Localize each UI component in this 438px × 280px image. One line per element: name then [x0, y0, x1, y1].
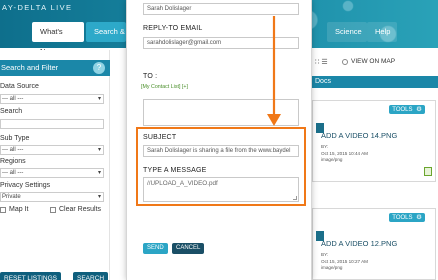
clear-results-checkbox[interactable]	[50, 207, 56, 213]
send-button[interactable]: SEND	[143, 243, 168, 254]
nav-science[interactable]: Science	[327, 22, 367, 42]
data-source-select[interactable]: --- all --- ▾	[0, 94, 104, 104]
privacy-label: Privacy Settings	[0, 182, 51, 189]
regions-label: Regions	[0, 158, 26, 165]
to-label: TO :	[143, 73, 158, 80]
sidebar-title: Search and Filter	[1, 63, 59, 72]
file-meta-by: BY:	[321, 144, 329, 149]
select-caret-icon: ▾	[97, 96, 101, 102]
file-meta-date: Oct 15, 2015 10:44 AM	[321, 151, 368, 156]
search-button[interactable]: SEARCH	[73, 272, 109, 280]
sidebar-header: Search and Filter ?	[0, 60, 110, 76]
select-caret-icon: ▾	[97, 147, 101, 153]
result-card[interactable]: TOOLS ⚙ ADD A VIDEO 12.PNG BY: Oct 15, 2…	[312, 208, 436, 280]
share-file-modal: Sarah Dolislager REPLY-TO EMAIL sarahdol…	[126, 0, 312, 280]
map-it-label: Map It	[9, 206, 29, 213]
help-icon[interactable]: ?	[93, 62, 105, 74]
privacy-select[interactable]: Private ▾	[0, 192, 104, 202]
search-label: Search	[0, 108, 23, 115]
view-on-map-radio[interactable]	[342, 59, 348, 65]
regions-value: --- all ---	[2, 170, 24, 176]
file-title[interactable]: ADD A VIDEO 14.PNG	[321, 131, 397, 140]
select-caret-icon: ▾	[97, 170, 101, 176]
nav-help[interactable]: Help	[367, 22, 397, 42]
cancel-button[interactable]: CANCEL	[172, 243, 205, 254]
reply-to-label: REPLY-TO EMAIL	[143, 25, 203, 32]
sub-type-value: --- all ---	[2, 147, 24, 153]
data-source-value: --- all ---	[2, 96, 24, 102]
data-source-label: Data Source	[0, 83, 39, 90]
gear-icon: ⚙	[416, 214, 422, 221]
result-card[interactable]: TOOLS ⚙ ADD A VIDEO 14.PNG BY: Oct 15, 2…	[312, 100, 436, 182]
clear-results-label: Clear Results	[59, 206, 102, 213]
view-toggle-row: ∷ ☰ VIEW ON MAP	[312, 58, 438, 68]
nav-search-listings[interactable]: Search & Li	[86, 22, 126, 42]
sub-type-select[interactable]: --- all --- ▾	[0, 145, 104, 155]
file-meta-by: BY:	[321, 252, 329, 257]
reset-listings-button[interactable]: RESET LISTINGS	[0, 272, 61, 280]
search-input[interactable]	[0, 119, 104, 129]
file-meta-type: image/png	[321, 157, 343, 162]
tools-button[interactable]: TOOLS ⚙	[389, 105, 425, 114]
tools-button[interactable]: TOOLS ⚙	[389, 213, 425, 222]
file-meta-type: image/png	[321, 265, 343, 270]
grid-list-icon[interactable]: ∷ ☰	[315, 58, 328, 66]
to-recipients-field[interactable]	[143, 99, 299, 126]
file-title[interactable]: ADD A VIDEO 12.PNG	[321, 239, 397, 248]
search-sidebar: Search and Filter ? Data Source --- all …	[0, 50, 110, 280]
gear-icon: ⚙	[416, 106, 422, 113]
contact-list-link[interactable]: [My Contact List] [+]	[141, 84, 188, 90]
map-it-checkbox[interactable]	[0, 207, 6, 213]
add-document-icon[interactable]	[424, 167, 432, 176]
privacy-value: Private	[2, 194, 21, 200]
from-name-input[interactable]: Sarah Dolislager	[143, 3, 299, 15]
nav-whats-new[interactable]: What's New	[32, 22, 84, 56]
tools-label: TOOLS	[392, 215, 413, 221]
view-on-map-label: VIEW ON MAP	[351, 58, 396, 65]
regions-select[interactable]: --- all --- ▾	[0, 168, 104, 178]
site-brand[interactable]: AY-DELTA LIVE	[2, 3, 72, 12]
sub-type-label: Sub Type	[0, 135, 30, 142]
file-meta-date: Oct 15, 2015 10:27 AM	[321, 259, 368, 264]
results-header: Docs	[312, 76, 438, 88]
annotation-highlight-box	[136, 127, 306, 206]
select-caret-icon: ▾	[97, 194, 101, 200]
tools-label: TOOLS	[392, 107, 413, 113]
reply-to-input[interactable]: sarahdolislager@gmail.com	[143, 37, 299, 49]
